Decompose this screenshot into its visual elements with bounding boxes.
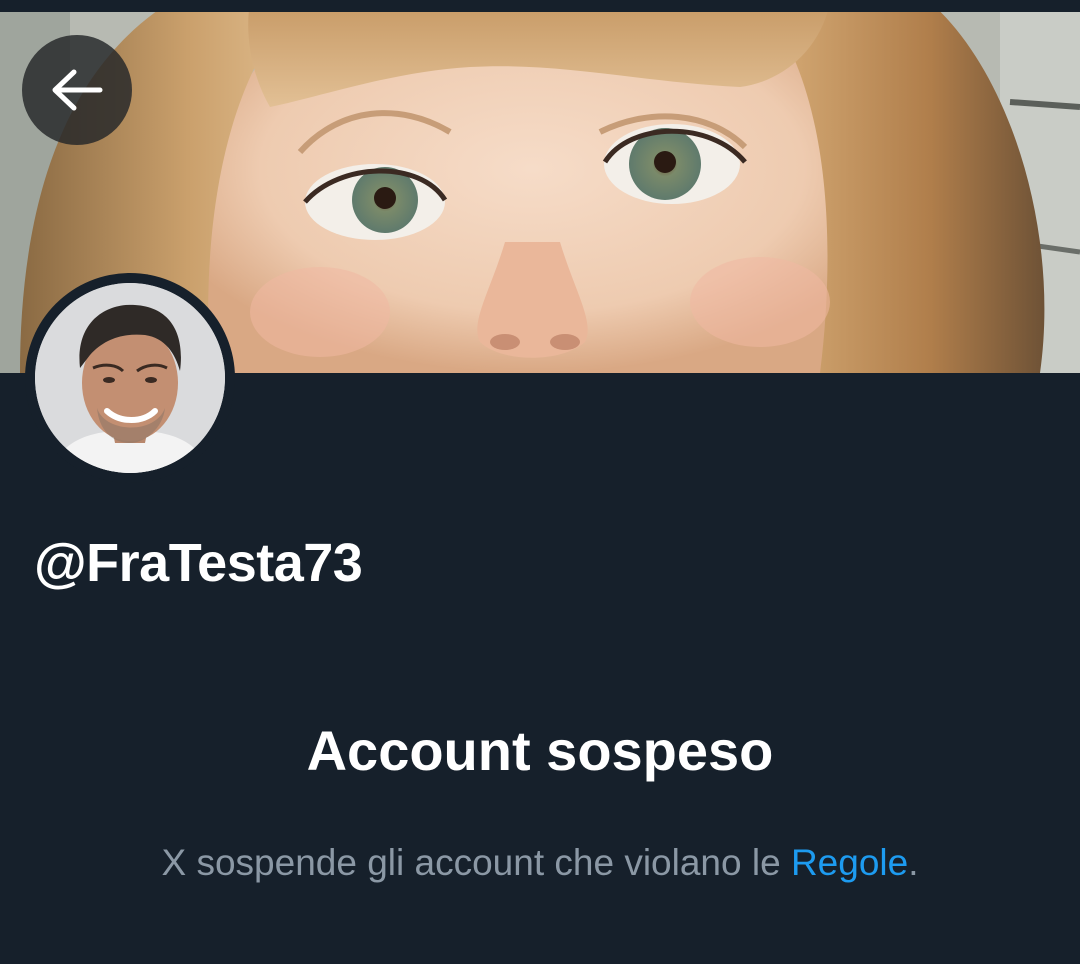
avatar-photo (35, 283, 225, 473)
avatar-ring (25, 273, 235, 483)
suspended-message-suffix: . (908, 842, 919, 883)
profile-screen: @FraTesta73 Account sospeso X sospende g… (0, 0, 1080, 964)
suspended-message: X sospende gli account che violano le Re… (0, 842, 1080, 884)
avatar[interactable] (35, 283, 225, 473)
suspended-message-text: X sospende gli account che violano le (161, 842, 791, 883)
profile-handle: @FraTesta73 (34, 533, 363, 593)
back-button[interactable] (22, 35, 132, 145)
suspended-title: Account sospeso (306, 719, 774, 782)
rules-link[interactable]: Regole (791, 842, 908, 883)
arrow-left-icon (52, 69, 103, 111)
top-strip (0, 0, 1080, 12)
